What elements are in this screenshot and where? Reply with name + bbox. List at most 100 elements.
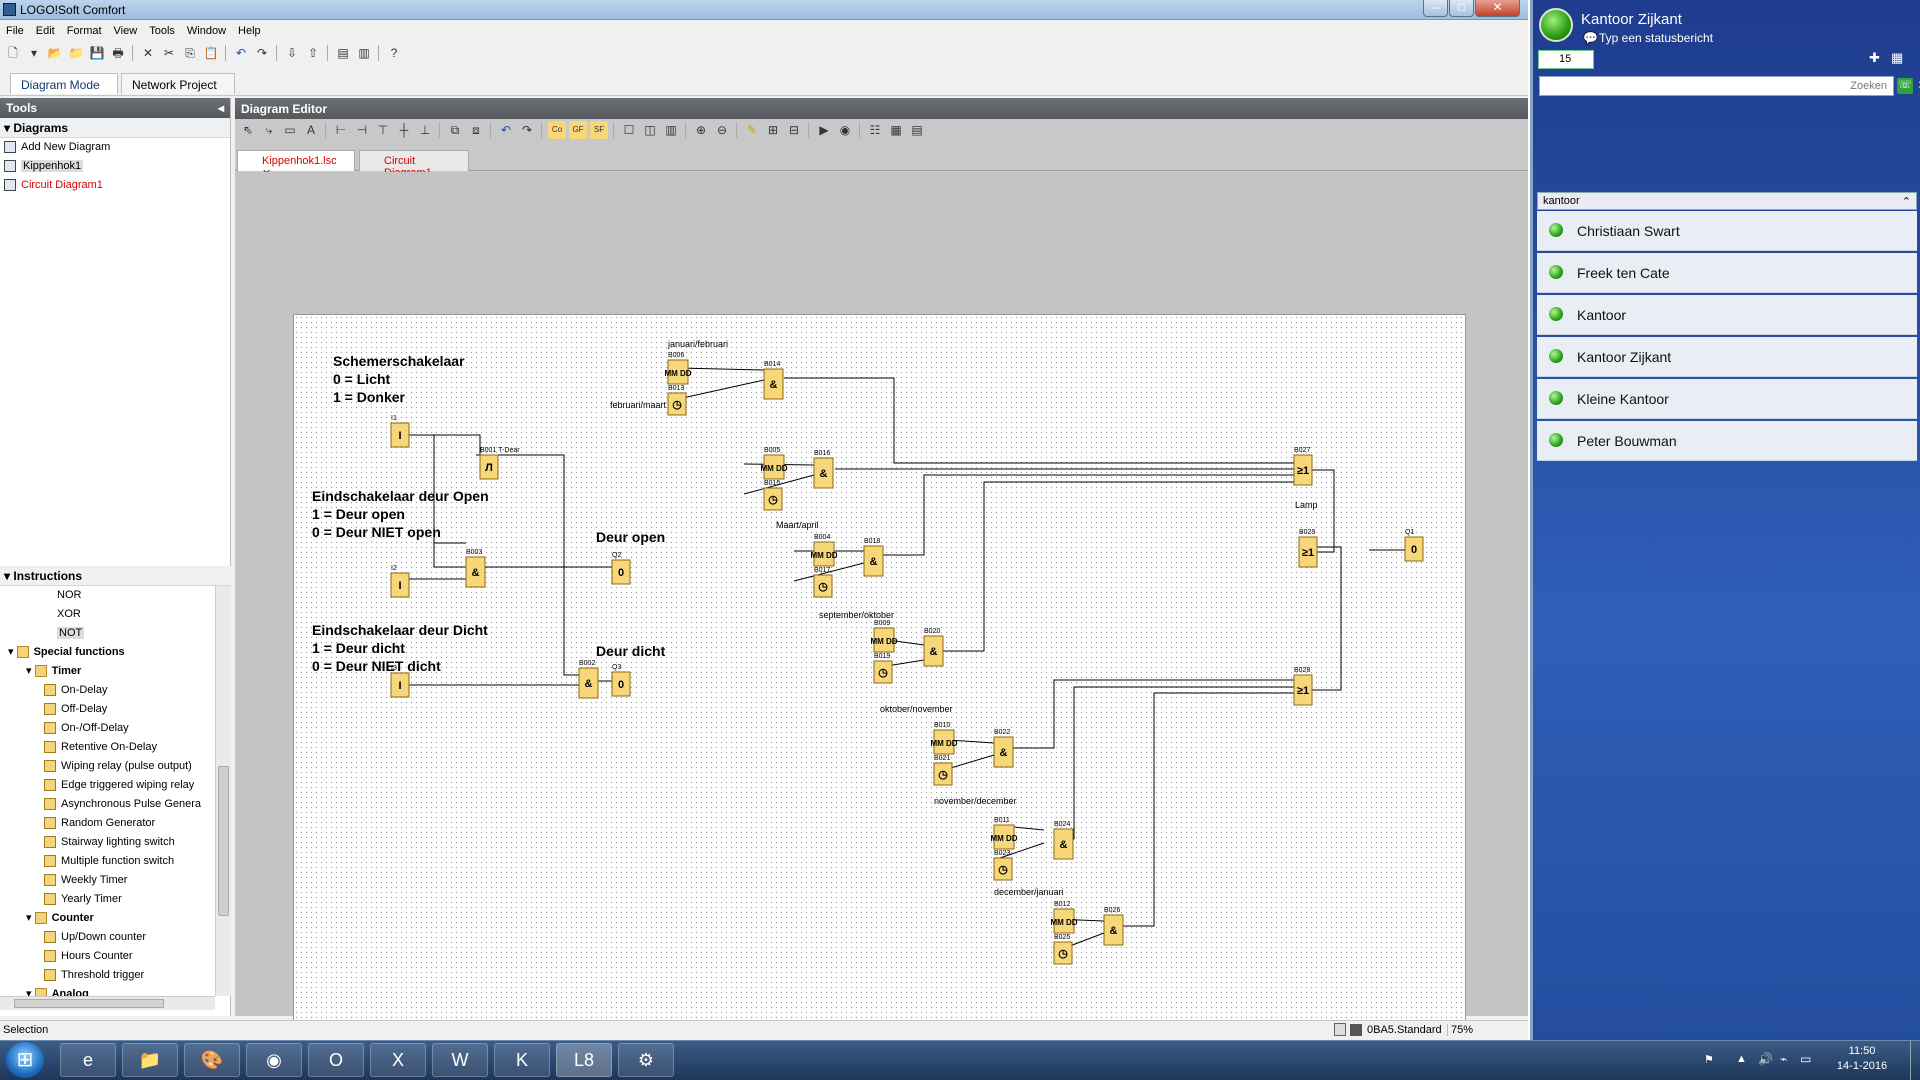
text-tool-icon[interactable]: A bbox=[302, 121, 320, 139]
outlook-taskbar-icon[interactable]: O bbox=[308, 1043, 364, 1077]
contact-item[interactable]: Christiaan Swart bbox=[1537, 211, 1917, 251]
tools-taskbar-icon[interactable]: ⚙ bbox=[618, 1043, 674, 1077]
close-button[interactable]: ✕ bbox=[1475, 0, 1520, 17]
highlight-icon[interactable]: ✎ bbox=[743, 121, 761, 139]
contact-item[interactable]: Kleine Kantoor bbox=[1537, 379, 1917, 419]
simulation-table-icon[interactable]: ⊟ bbox=[785, 121, 803, 139]
show-hidden-icons-icon[interactable]: ▲ bbox=[1736, 1053, 1747, 1065]
online-test-icon[interactable]: ◉ bbox=[836, 121, 854, 139]
paint-taskbar-icon[interactable]: 🎨 bbox=[184, 1043, 240, 1077]
horizontal-scrollbar[interactable] bbox=[0, 996, 215, 1010]
scroll-thumb[interactable] bbox=[218, 766, 229, 916]
instruction-item[interactable]: Stairway lighting switch bbox=[0, 833, 231, 852]
instruction-item[interactable]: Wiping relay (pulse output) bbox=[0, 757, 231, 776]
page-view-icon[interactable]: ☐ bbox=[620, 121, 638, 139]
calendar-icon[interactable]: ▦ bbox=[1891, 50, 1903, 66]
menu-edit[interactable]: Edit bbox=[30, 23, 61, 37]
instruction-item[interactable]: Off-Delay bbox=[0, 700, 231, 719]
file-explorer-taskbar-icon[interactable]: 📁 bbox=[122, 1043, 178, 1077]
logic-diagram[interactable]: Schemerschakelaar 0 = Licht 1 = Donker Eind… bbox=[294, 315, 1467, 1040]
menu-help[interactable]: Help bbox=[232, 23, 267, 37]
table-icon[interactable]: ▤ bbox=[908, 121, 926, 139]
diagram-item[interactable]: Add New Diagram bbox=[0, 138, 230, 157]
minimize-button[interactable]: – bbox=[1423, 0, 1448, 17]
instructions-scrollbar[interactable] bbox=[215, 586, 231, 996]
columns-view-icon[interactable]: ▥ bbox=[662, 121, 680, 139]
h-scroll-thumb[interactable] bbox=[14, 999, 164, 1008]
grid-icon[interactable]: ▦ bbox=[887, 121, 905, 139]
internet-explorer-taskbar-icon[interactable]: e bbox=[60, 1043, 116, 1077]
instruction-item[interactable]: Random Generator bbox=[0, 814, 231, 833]
split-view-icon[interactable]: ◫ bbox=[641, 121, 659, 139]
start-button[interactable]: ⊞ bbox=[6, 1042, 44, 1078]
window-cascade-icon[interactable]: ▥ bbox=[355, 44, 373, 62]
instruction-item[interactable]: Retentive On-Delay bbox=[0, 738, 231, 757]
connection-wire[interactable] bbox=[476, 454, 579, 676]
instructions-section-header[interactable]: ▾ Instructions bbox=[0, 566, 231, 586]
menu-tools[interactable]: Tools bbox=[143, 23, 181, 37]
constants-tool-icon[interactable]: ▭ bbox=[281, 121, 299, 139]
open-icon[interactable]: 📂 bbox=[46, 44, 64, 62]
diagram-item[interactable]: Circuit Diagram1 bbox=[0, 176, 230, 195]
align-top-icon[interactable]: ⊤ bbox=[374, 121, 392, 139]
action-center-icon[interactable]: ▭ bbox=[1800, 1052, 1811, 1066]
instruction-item[interactable]: Up/Down counter bbox=[0, 928, 231, 947]
select-tool-icon[interactable]: ⇖ bbox=[239, 121, 257, 139]
group-header[interactable]: kantoor ⌃ bbox=[1537, 192, 1917, 210]
instruction-item[interactable]: ▾ Special functions bbox=[0, 643, 231, 662]
connection-wire[interactable] bbox=[677, 379, 765, 400]
collapse-panel-icon[interactable]: ◂ bbox=[218, 101, 224, 115]
menu-window[interactable]: Window bbox=[181, 23, 232, 37]
connection-wire[interactable] bbox=[1058, 686, 1294, 840]
call-icon[interactable]: ☏ bbox=[1897, 78, 1913, 94]
delete-icon[interactable]: ✕ bbox=[139, 44, 157, 62]
logo-v8-taskbar-icon[interactable]: L8 bbox=[556, 1043, 612, 1077]
paste-icon[interactable]: 📋 bbox=[202, 44, 220, 62]
contact-item[interactable]: Kantoor Zijkant bbox=[1537, 337, 1917, 377]
menu-view[interactable]: View bbox=[108, 23, 144, 37]
word-taskbar-icon[interactable]: W bbox=[432, 1043, 488, 1077]
window-tile-icon[interactable]: ▤ bbox=[334, 44, 352, 62]
join-connection-icon[interactable]: ⧈ bbox=[467, 121, 485, 139]
tab-network-project[interactable]: Network Project bbox=[121, 73, 235, 94]
transfer-logo-pc-icon[interactable]: ⇧ bbox=[304, 44, 322, 62]
instruction-item[interactable]: Threshold trigger bbox=[0, 966, 231, 985]
connection-wire[interactable] bbox=[1120, 692, 1294, 927]
diagram-item[interactable]: Kippenhok1 bbox=[0, 157, 230, 176]
status-message-input[interactable]: Typ een statusbericht bbox=[1599, 31, 1713, 45]
align-bottom-icon[interactable]: ⊥ bbox=[416, 121, 434, 139]
instruction-item[interactable]: ▾ Counter bbox=[0, 909, 231, 928]
tab-circuit-diagram1[interactable]: Circuit Diagram1 bbox=[359, 150, 469, 179]
cut-icon[interactable]: ✂ bbox=[160, 44, 178, 62]
new-dropdown-icon[interactable]: ▾ bbox=[25, 44, 43, 62]
instruction-item[interactable]: XOR bbox=[0, 605, 231, 624]
instruction-item[interactable]: NOT bbox=[0, 624, 231, 643]
instruction-item[interactable]: Yearly Timer bbox=[0, 890, 231, 909]
diagrams-section-header[interactable]: ▾ Diagrams bbox=[0, 118, 230, 138]
chrome-taskbar-icon[interactable]: ◉ bbox=[246, 1043, 302, 1077]
split-connection-icon[interactable]: ⧉ bbox=[446, 121, 464, 139]
co-block-icon[interactable]: Co bbox=[548, 121, 566, 139]
transfer-pc-logo-icon[interactable]: ⇩ bbox=[283, 44, 301, 62]
expand-icon[interactable]: ▾ bbox=[8, 646, 17, 658]
collapse-group-icon[interactable]: ⌃ bbox=[1902, 195, 1911, 208]
contact-item[interactable]: Peter Bouwman bbox=[1537, 421, 1917, 461]
zoom-in-icon[interactable]: ⊕ bbox=[692, 121, 710, 139]
menu-format[interactable]: Format bbox=[61, 23, 108, 37]
contact-item[interactable]: Kantoor bbox=[1537, 295, 1917, 335]
redo-editor-icon[interactable]: ↷ bbox=[518, 121, 536, 139]
align-right-icon[interactable]: ⊣ bbox=[353, 121, 371, 139]
menu-file[interactable]: File bbox=[0, 23, 30, 37]
k-app-taskbar-icon[interactable]: K bbox=[494, 1043, 550, 1077]
instruction-item[interactable]: ▾ Analog bbox=[0, 985, 231, 996]
instruction-item[interactable]: ▾ Timer bbox=[0, 662, 231, 681]
new-icon[interactable]: 🗋 bbox=[4, 44, 22, 62]
instruction-item[interactable]: Hours Counter bbox=[0, 947, 231, 966]
add-contact-icon[interactable]: ✚ bbox=[1869, 50, 1880, 66]
maximize-button[interactable]: □ bbox=[1449, 0, 1474, 17]
connection-wire[interactable] bbox=[434, 434, 481, 455]
copy-icon[interactable]: ⎘ bbox=[181, 44, 199, 62]
expand-icon[interactable]: ▾ bbox=[26, 665, 35, 677]
search-input[interactable]: Zoeken bbox=[1539, 76, 1894, 96]
sf-block-icon[interactable]: SF bbox=[590, 121, 608, 139]
